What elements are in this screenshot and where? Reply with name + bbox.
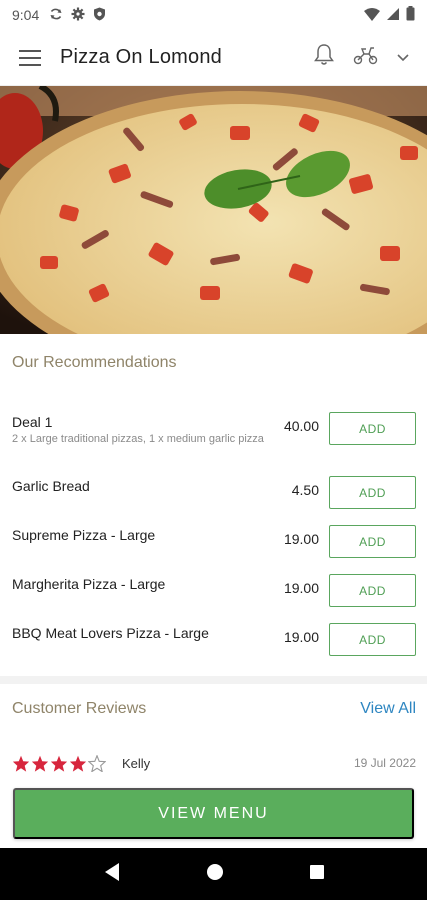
item-price: 40.00 [283,418,319,434]
item-price: 19.00 [283,580,319,596]
star-empty-icon [88,754,106,772]
reviewer-name: Kelly [122,755,151,771]
recommendations-list: Deal 1 2 x Large traditional pizzas, 1 x… [0,408,427,668]
item-description: 2 x Large traditional pizzas, 1 x medium… [12,433,264,445]
star-filled-icon [69,755,87,772]
item-name: Margherita Pizza - Large [12,576,166,592]
app-bar: Pizza On Lomond [0,30,427,86]
list-item: Supreme Pizza - Large 19.00 ADD [0,521,427,570]
section-divider [0,676,427,684]
add-button[interactable]: ADD [329,574,416,607]
item-price: 19.00 [283,531,319,547]
review-date: 19 Jul 2022 [353,756,416,770]
sync-icon [49,7,63,24]
item-price: 4.50 [291,482,319,498]
bell-icon[interactable] [313,43,335,72]
reviews-title: Customer Reviews [12,700,147,717]
item-name: BBQ Meat Lovers Pizza - Large [12,625,209,641]
review-item: Kelly 19 Jul 2022 [12,752,416,774]
chevron-down-icon[interactable] [397,49,409,67]
add-button[interactable]: ADD [329,623,416,656]
list-item: BBQ Meat Lovers Pizza - Large 19.00 ADD [0,619,427,668]
home-icon[interactable] [206,863,224,886]
app-title: Pizza On Lomond [60,46,222,68]
gear-icon [71,7,85,24]
list-item: Deal 1 2 x Large traditional pizzas, 1 x… [0,408,427,472]
item-name: Garlic Bread [12,478,90,494]
scooter-icon[interactable] [353,45,379,70]
status-bar: 9:04 [0,0,427,30]
back-icon[interactable] [103,862,121,887]
list-item: Margherita Pizza - Large 19.00 ADD [0,570,427,619]
recents-icon[interactable] [309,864,325,885]
item-price: 19.00 [283,629,319,645]
view-menu-button[interactable]: VIEW MENU [13,788,414,839]
view-all-link[interactable]: View All [360,700,416,718]
menu-icon[interactable] [0,30,60,86]
star-rating [12,754,106,772]
item-name: Deal 1 [12,414,53,430]
status-time: 9:04 [12,7,40,23]
shield-icon [93,7,106,24]
battery-icon [406,6,415,24]
item-name: Supreme Pizza - Large [12,527,156,543]
add-button[interactable]: ADD [329,412,416,445]
list-item: Garlic Bread 4.50 ADD [0,472,427,521]
star-filled-icon [31,755,49,772]
star-filled-icon [12,755,30,772]
recommendations-title: Our Recommendations [12,354,177,371]
navigation-bar [0,848,427,900]
add-button[interactable]: ADD [329,476,416,509]
pizza-photo [0,86,427,334]
signal-icon [386,7,400,24]
add-button[interactable]: ADD [329,525,416,558]
star-filled-icon [50,755,68,772]
wifi-icon [364,7,380,24]
